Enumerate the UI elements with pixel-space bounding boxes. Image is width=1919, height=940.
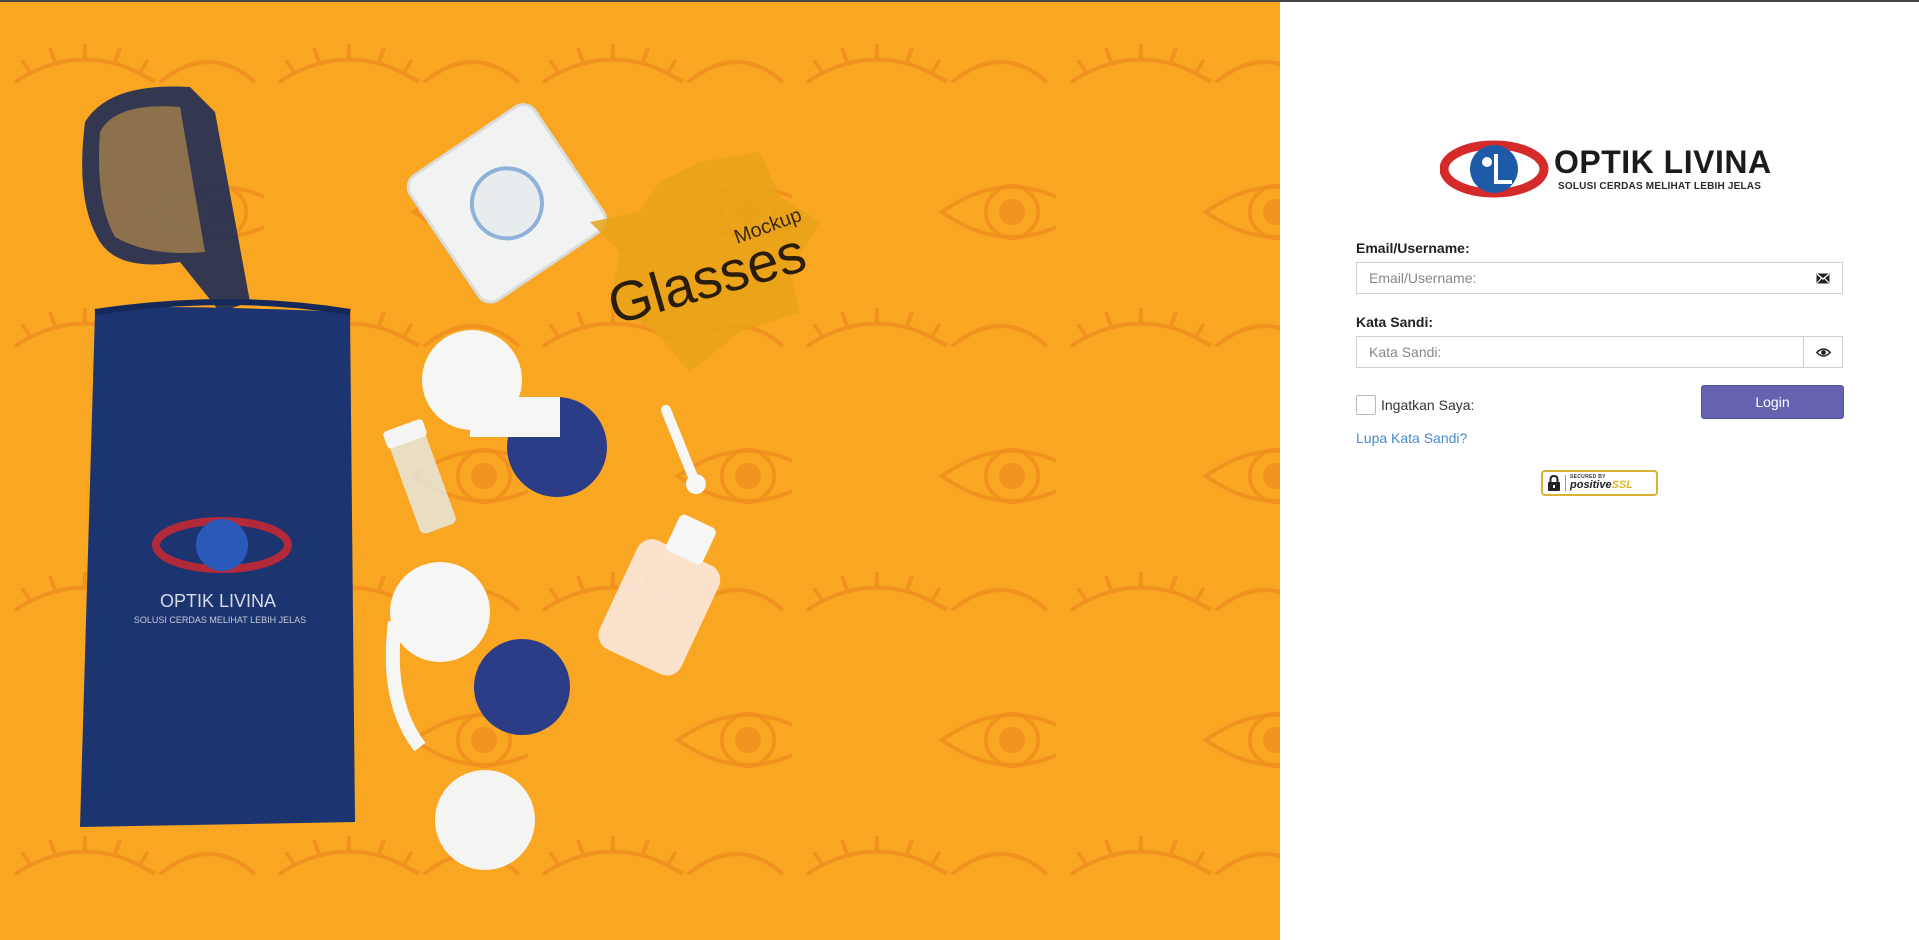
lock-icon bbox=[1548, 475, 1560, 491]
ssl-brand-a: positive bbox=[1570, 479, 1612, 491]
ssl-badge: SECURED BY positiveSSL bbox=[1541, 470, 1658, 496]
envelope-icon bbox=[1804, 263, 1842, 293]
login-panel: OPTIK LIVINA SOLUSI CERDAS MELIHAT LEBIH… bbox=[1280, 2, 1919, 940]
eye-icon[interactable] bbox=[1803, 337, 1842, 367]
email-field-wrapper bbox=[1356, 262, 1843, 294]
hero-illustration: OPTIK LIVINA SOLUSI CERDAS MELIHAT LEBIH… bbox=[0, 2, 1280, 940]
pouch-illustration: OPTIK LIVINA SOLUSI CERDAS MELIHAT LEBIH… bbox=[80, 299, 355, 827]
password-field-wrapper bbox=[1356, 336, 1843, 368]
pouch-tagline: SOLUSI CERDAS MELIHAT LEBIH JELAS bbox=[134, 615, 306, 625]
email-label: Email/Username: bbox=[1356, 240, 1470, 256]
lens-cap-white bbox=[435, 770, 535, 870]
remember-label: Ingatkan Saya: bbox=[1381, 397, 1475, 413]
login-button[interactable]: Login bbox=[1701, 385, 1844, 419]
password-label: Kata Sandi: bbox=[1356, 314, 1434, 330]
hero-image: OPTIK LIVINA SOLUSI CERDAS MELIHAT LEBIH… bbox=[0, 2, 1280, 940]
remember-me: Ingatkan Saya: bbox=[1356, 395, 1474, 415]
ssl-brand: positiveSSL bbox=[1570, 480, 1633, 491]
brand-tagline: SOLUSI CERDAS MELIHAT LEBIH JELAS bbox=[1558, 181, 1762, 192]
password-input[interactable] bbox=[1357, 337, 1811, 367]
ssl-divider bbox=[1565, 475, 1566, 491]
brand-name: OPTIK LIVINA bbox=[1554, 144, 1772, 180]
pouch-brand: OPTIK LIVINA bbox=[160, 591, 276, 611]
forgot-password-link[interactable]: Lupa Kata Sandi? bbox=[1356, 430, 1467, 446]
ssl-brand-b: SSL bbox=[1611, 479, 1633, 491]
email-input[interactable] bbox=[1357, 263, 1811, 293]
remember-checkbox[interactable] bbox=[1356, 395, 1376, 415]
